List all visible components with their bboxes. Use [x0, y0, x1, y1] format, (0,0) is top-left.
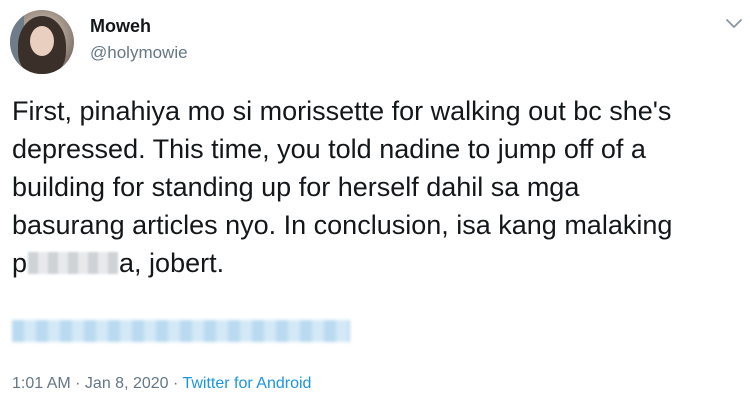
- tweet-time[interactable]: 1:01 AM: [12, 375, 71, 392]
- tweet-text: First, pinahiya mo si morissette for wal…: [12, 92, 742, 282]
- tweet-text-line: building for standing up for herself dah…: [12, 172, 580, 202]
- tweet-text-line: First, pinahiya mo si morissette for wal…: [12, 96, 672, 126]
- tweet-text-line: p: [12, 248, 28, 278]
- user-handle[interactable]: @holymowie: [90, 43, 188, 63]
- meta-separator: ·: [70, 375, 85, 392]
- censored-word: [28, 252, 119, 274]
- chevron-down-icon: [726, 19, 742, 28]
- tweet-text-line: a, jobert.: [119, 248, 225, 278]
- tweet-source-link[interactable]: Twitter for Android: [182, 375, 311, 392]
- display-name[interactable]: Moweh: [90, 16, 151, 37]
- tweet-text-line: depressed. This time, you told nadine to…: [12, 134, 646, 164]
- tweet-text-line: basurang articles nyo. In conclusion, is…: [12, 210, 673, 240]
- tweet-card: Moweh @holymowie First, pinahiya mo si m…: [0, 0, 750, 413]
- avatar[interactable]: [10, 10, 74, 74]
- tweet-date[interactable]: Jan 8, 2020: [85, 375, 169, 392]
- avatar-face: [30, 26, 54, 56]
- blurred-link: [12, 320, 350, 342]
- tweet-menu-button[interactable]: [724, 14, 744, 34]
- meta-separator: ·: [168, 375, 183, 392]
- tweet-meta: 1:01 AM · Jan 8, 2020 · Twitter for Andr…: [12, 375, 311, 393]
